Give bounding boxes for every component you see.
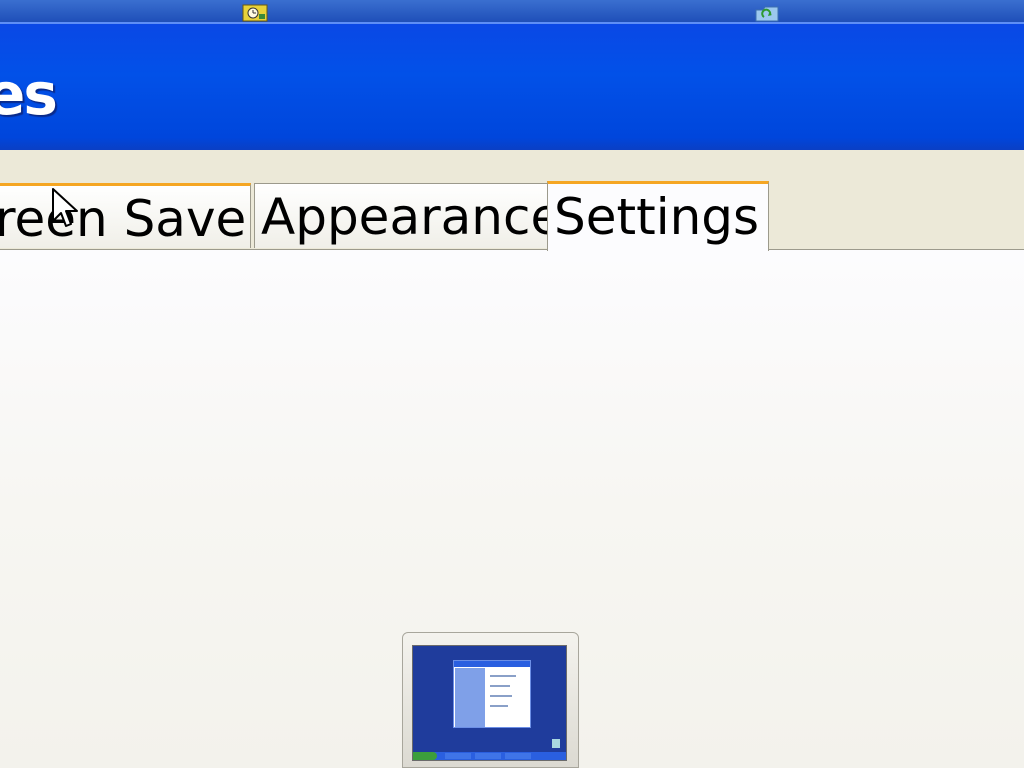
preview-line (490, 675, 516, 677)
preview-window (453, 660, 531, 728)
preview-task-button (505, 753, 531, 759)
network-folder-icon[interactable] (754, 4, 780, 22)
tab-label: Settings (554, 188, 760, 246)
clock-icon[interactable] (242, 4, 268, 22)
tab-label: Appearance (261, 188, 548, 246)
tab-label: reen Saver (0, 190, 251, 248)
tab-screen-saver[interactable]: reen Saver (0, 183, 251, 248)
mouse-cursor-icon (52, 188, 78, 234)
tab-strip: reen Saver Appearance Settings (0, 150, 1024, 251)
preview-taskbar (413, 752, 566, 760)
window-title: es (0, 60, 58, 128)
top-strip (0, 0, 1024, 22)
monitor-preview-icon (402, 632, 579, 768)
tab-appearance[interactable]: Appearance (254, 183, 548, 248)
preview-window-sidebar (455, 668, 485, 727)
title-bar[interactable]: es (0, 22, 1024, 150)
monitor-screen (412, 645, 567, 761)
preview-line (490, 705, 508, 707)
preview-task-button (475, 753, 501, 759)
tab-settings[interactable]: Settings (547, 181, 769, 251)
preview-line (490, 685, 510, 687)
preview-task-button (445, 753, 471, 759)
preview-line (490, 695, 512, 697)
recycle-bin-icon (552, 739, 560, 748)
preview-start-button (413, 752, 437, 760)
preview-window-title (454, 661, 530, 667)
